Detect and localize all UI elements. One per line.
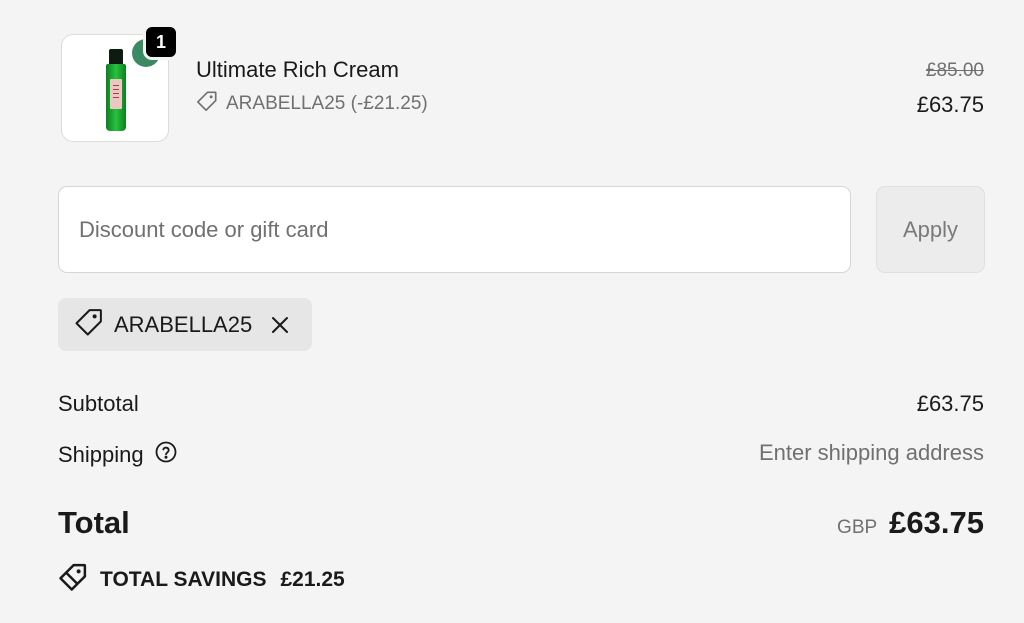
tag-icon xyxy=(74,307,104,342)
savings-label: TOTAL SAVINGS xyxy=(100,568,267,591)
close-icon[interactable] xyxy=(268,313,292,337)
savings-tag-icon xyxy=(58,562,88,598)
discounted-price: £63.75 xyxy=(916,92,984,117)
apply-button[interactable]: Apply xyxy=(876,186,985,273)
product-bottle-image xyxy=(106,49,126,131)
product-name: Ultimate Rich Cream xyxy=(196,57,399,82)
total-label: Total xyxy=(58,505,130,540)
product-discount-label: ARABELLA25 (-£21.25) xyxy=(226,93,428,114)
quantity-badge: 1 xyxy=(143,24,179,60)
subtotal-label: Subtotal xyxy=(58,391,139,416)
help-icon[interactable] xyxy=(154,440,178,470)
total-value: £63.75 xyxy=(889,505,984,540)
total-savings: TOTAL SAVINGS £21.25 xyxy=(58,562,345,598)
shipping-value: Enter shipping address xyxy=(758,440,984,465)
currency-code: GBP xyxy=(837,517,878,538)
applied-discount-label: ARABELLA25 xyxy=(114,311,253,337)
applied-discount-chip: ARABELLA25 xyxy=(58,298,312,351)
savings-value: £21.25 xyxy=(280,568,345,591)
discount-code-input[interactable] xyxy=(58,186,851,273)
original-price: £85.00 xyxy=(925,60,984,81)
subtotal-value: £63.75 xyxy=(916,391,984,416)
shipping-label: Shipping xyxy=(58,442,144,467)
product-discount-line: ARABELLA25 (-£21.25) xyxy=(196,91,428,117)
total-amount: GBP £63.75 xyxy=(837,505,984,541)
tag-icon xyxy=(196,90,218,118)
shipping-row-label: Shipping xyxy=(58,440,178,470)
